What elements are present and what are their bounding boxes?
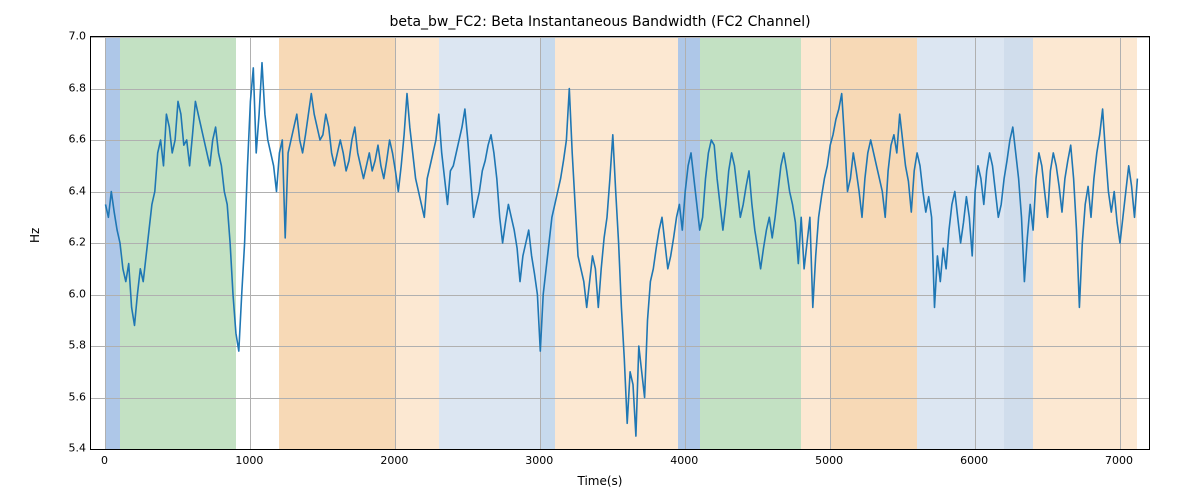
x-tick-label: 6000: [960, 454, 988, 467]
y-tick-label: 7.0: [46, 30, 86, 43]
x-tick-label: 2000: [380, 454, 408, 467]
chart-title: beta_bw_FC2: Beta Instantaneous Bandwidt…: [0, 14, 1200, 30]
y-tick-label: 5.8: [46, 339, 86, 352]
y-tick-label: 5.6: [46, 390, 86, 403]
y-tick-label: 5.4: [46, 442, 86, 455]
y-tick-label: 6.6: [46, 133, 86, 146]
x-axis-label: Time(s): [0, 474, 1200, 488]
y-tick-label: 6.4: [46, 184, 86, 197]
y-tick-label: 6.8: [46, 81, 86, 94]
x-tick-label: 0: [101, 454, 108, 467]
y-tick-label: 6.0: [46, 287, 86, 300]
y-tick-label: 6.2: [46, 236, 86, 249]
x-tick-label: 4000: [670, 454, 698, 467]
plot-area: [90, 36, 1150, 450]
figure: beta_bw_FC2: Beta Instantaneous Bandwidt…: [0, 0, 1200, 500]
x-tick-label: 3000: [525, 454, 553, 467]
x-tick-label: 7000: [1105, 454, 1133, 467]
x-tick-label: 1000: [235, 454, 263, 467]
signal-line: [91, 37, 1149, 449]
gridline-horizontal: [91, 449, 1149, 450]
x-tick-label: 5000: [815, 454, 843, 467]
y-axis-label: Hz: [28, 228, 42, 243]
